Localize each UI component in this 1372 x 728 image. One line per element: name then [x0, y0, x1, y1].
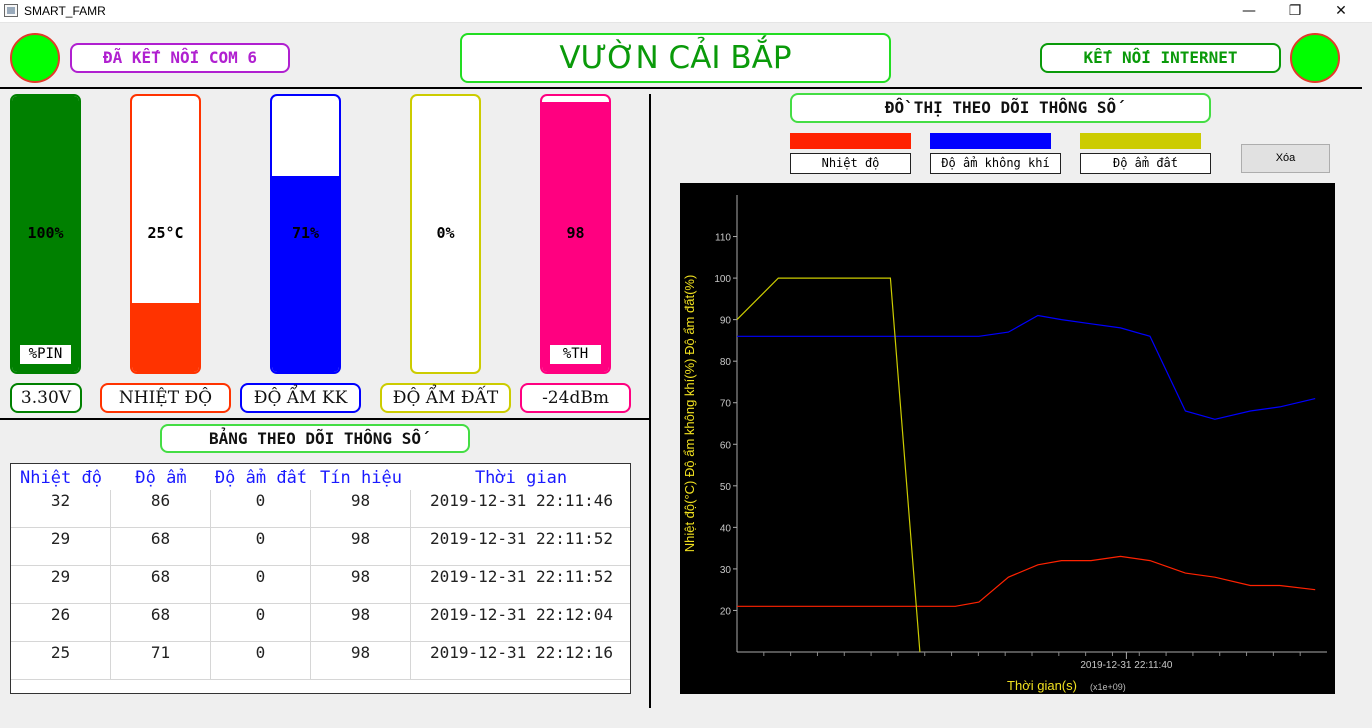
table-cell: 32: [11, 490, 111, 528]
x-axis-label: Thời gian(s): [1007, 678, 1077, 693]
legend-swatch-soil-moisture: [1080, 133, 1201, 149]
table-cell: 0: [211, 528, 311, 566]
table-cell: 2019-12-31 22:11:52: [429, 529, 614, 548]
y-tick-label: 30: [720, 565, 732, 576]
y-tick-label: 90: [720, 316, 732, 327]
table-title: BẢNG THEO DÕI THÔNG SỐ: [160, 424, 470, 453]
table-cell: 68: [111, 604, 211, 642]
app-icon: [4, 4, 18, 17]
legend-swatch-temperature: [790, 133, 911, 149]
table-cell: 98: [311, 490, 411, 528]
data-table[interactable]: Nhiệt độ Độ ẩm Độ ẩm đất Tín hiệu Thời g…: [10, 463, 631, 694]
minimize-button[interactable]: —: [1226, 0, 1272, 23]
table-cell: 26: [11, 604, 111, 642]
close-button[interactable]: ✕: [1318, 0, 1364, 23]
app-window: SMART_FAMR — ❐ ✕ ĐÃ KẾT NỐI COM 6 VƯỜN C…: [0, 0, 1372, 728]
gauge-value: 25°C: [147, 224, 184, 242]
y-tick-label: 100: [714, 274, 731, 285]
gauge-label-battery: 3.30V: [10, 383, 82, 413]
table-row[interactable]: 26 68 0 98 2019-12-31 22:12:04: [11, 604, 630, 642]
table-cell: 0: [211, 566, 311, 604]
column-header-signal: Tín hiệu: [320, 468, 402, 488]
x-axis-label-suffix: (x1e+09): [1090, 682, 1126, 692]
vertical-divider: [649, 94, 651, 708]
chart-title: ĐỒ THỊ THEO DÕI THÔNG SỐ: [790, 93, 1211, 123]
gauge-signal: 98 %TH: [540, 94, 611, 374]
column-header-soil-moisture: Độ ẩm đất: [214, 468, 308, 488]
chart-plot-area[interactable]: 20 30 40 50 60 70 80 90 100 110 2019-12-31 22:11:4…: [680, 183, 1335, 694]
y-tick-label: 50: [720, 482, 732, 493]
y-tick-label: 110: [715, 233, 731, 244]
table-cell: 98: [311, 604, 411, 642]
gauge-temperature: 25°C: [130, 94, 201, 374]
gauge-label-soil-moisture: ĐỘ ẨM ĐẤT: [380, 383, 511, 413]
clear-button[interactable]: Xóa: [1241, 144, 1330, 173]
gauge-battery: 100% %PIN: [10, 94, 81, 374]
table-cell: 98: [311, 642, 411, 680]
column-header-time: Thời gian: [474, 468, 568, 488]
gauge-tag: %PIN: [20, 345, 71, 364]
internet-status-led: [1290, 33, 1340, 83]
title-bar: SMART_FAMR — ❐ ✕: [0, 0, 1372, 23]
table-cell: 0: [211, 642, 311, 680]
restore-button[interactable]: ❐: [1272, 0, 1318, 23]
line-chart: 20 30 40 50 60 70 80 90 100 110 2019-12-31 22:11:4…: [682, 195, 1327, 693]
com-status-label: ĐÃ KẾT NỐI COM 6: [70, 43, 290, 73]
column-header-humidity: Độ ẩm: [135, 468, 187, 488]
table-cell: 68: [111, 566, 211, 604]
table-cell: 71: [111, 642, 211, 680]
series-line-2: [736, 277, 921, 653]
y-tick-label: 60: [720, 440, 732, 451]
header-divider: [0, 87, 1362, 89]
internet-status-label: KẾT NỐI INTERNET: [1040, 43, 1281, 73]
gauge-tag: %TH: [550, 345, 601, 364]
com-status-led: [10, 33, 60, 83]
table-cell: 2019-12-31 22:12:16: [429, 643, 614, 662]
gauge-soil-moisture: 0%: [410, 94, 481, 374]
table-cell: 0: [211, 490, 311, 528]
legend-label-temperature: Nhiệt độ: [790, 153, 911, 174]
table-header: Nhiệt độ Độ ẩm Độ ẩm đất Tín hiệu Thời g…: [11, 464, 630, 490]
x-tick-label: 2019-12-31 22:11:40: [1080, 660, 1173, 671]
gauge-fill: [272, 176, 339, 372]
gauge-value: 71%: [291, 224, 320, 242]
table-cell: 0: [211, 604, 311, 642]
gauge-value: 100%: [27, 224, 64, 242]
gauge-fill: [132, 303, 199, 372]
legend-label-air-humidity: Độ ẩm không khí: [930, 153, 1061, 174]
table-cell: 86: [111, 490, 211, 528]
y-axis-label: Nhiệt độ(°C) Độ ẩm không khí(%) Độ ẩm đấ…: [682, 275, 697, 553]
legend-label-soil-moisture: Độ ẩm đất: [1080, 153, 1211, 174]
table-cell: 98: [311, 566, 411, 604]
table-cell: 25: [11, 642, 111, 680]
table-row[interactable]: 25 71 0 98 2019-12-31 22:12:16: [11, 642, 630, 680]
column-header-temperature: Nhiệt độ: [20, 468, 102, 488]
series-line-0: [737, 555, 1316, 607]
y-tick-label: 70: [720, 399, 732, 410]
gauge-label-air-humidity: ĐỘ ẨM KK: [240, 383, 361, 413]
table-cell: 29: [11, 528, 111, 566]
gauge-divider: [0, 418, 649, 420]
window-title: SMART_FAMR: [24, 4, 106, 18]
table-cell: 2019-12-31 22:11:46: [429, 491, 614, 510]
legend-swatch-air-humidity: [930, 133, 1051, 149]
table-cell: 68: [111, 528, 211, 566]
table-cell: 2019-12-31 22:11:52: [429, 567, 614, 586]
table-row[interactable]: 32 86 0 98 2019-12-31 22:11:46: [11, 490, 630, 528]
gauge-value: 98: [566, 224, 585, 242]
y-tick-label: 20: [720, 606, 732, 617]
gauge-label-signal: -24dBm: [520, 383, 631, 413]
table-cell: 98: [311, 528, 411, 566]
table-row[interactable]: 29 68 0 98 2019-12-31 22:11:52: [11, 566, 630, 604]
gauge-air-humidity: 71%: [270, 94, 341, 374]
y-tick-label: 40: [720, 523, 732, 534]
table-cell: 29: [11, 566, 111, 604]
table-cell: 2019-12-31 22:12:04: [429, 605, 614, 624]
gauge-value: 0%: [436, 224, 455, 242]
app-title: VƯỜN CẢI BẮP: [460, 33, 891, 83]
gauge-label-temperature: NHIỆT ĐỘ: [100, 383, 231, 413]
y-tick-label: 80: [720, 357, 732, 368]
series-line-1: [737, 314, 1316, 420]
table-row[interactable]: 29 68 0 98 2019-12-31 22:11:52: [11, 528, 630, 566]
